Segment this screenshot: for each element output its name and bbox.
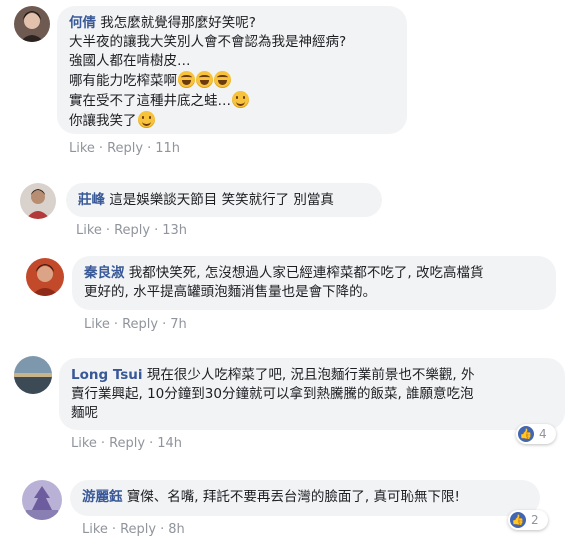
comment-text-line: 麵呢 (71, 405, 98, 421)
like-thumb-icon: 👍 (510, 512, 526, 528)
reply-button[interactable]: Reply (107, 141, 143, 156)
comment-bubble: Long Tsui 現在很少人吃榨菜了吧, 況且泡麵行業前景也不樂觀, 外 賣行… (59, 358, 565, 430)
comment-text-line: 賣行業興起, 10分鐘到30分鐘就可以拿到熱騰騰的飯菜, 誰願意吃泡 (71, 386, 474, 402)
comment-1: 何倩 我怎麼就覺得那麼好笑呢? 大半夜的讓我大笑別人會不會認為我是神經病? 強國… (0, 0, 584, 165)
timestamp[interactable]: 14h (157, 436, 182, 451)
comment-actions: Like · Reply · 8h (82, 522, 185, 537)
avatar[interactable] (14, 356, 52, 394)
reaction-count: 2 (531, 513, 539, 527)
like-button[interactable]: Like (71, 436, 97, 451)
comment-actions: Like · Reply · 13h (76, 223, 187, 238)
timestamp[interactable]: 8h (168, 522, 185, 537)
comment-5: 游麗鈺 寶傑、名嘴, 拜託不要再丟台灣的臉面了, 真可恥無下限! 👍 2 Like… (0, 470, 584, 546)
commenter-name[interactable]: 游麗鈺 (82, 489, 123, 505)
reply-button[interactable]: Reply (120, 522, 156, 537)
like-button[interactable]: Like (76, 223, 102, 238)
avatar[interactable] (22, 480, 62, 520)
comment-bubble: 秦良淑 我都快笑死, 怎沒想過人家已經連榨菜都不吃了, 改吃高檔貨 更好的, 水… (72, 256, 556, 310)
like-thumb-icon: 👍 (518, 426, 534, 442)
comment-text-line: 我怎麼就覺得那麼好笑呢? (100, 15, 256, 31)
reply-button[interactable]: Reply (122, 317, 158, 332)
comment-text-line: 實在受不了這種井底之蛙… (69, 93, 231, 109)
timestamp[interactable]: 11h (155, 141, 180, 156)
smiling-emoji-icon (232, 91, 249, 108)
laughing-emoji-icon (196, 71, 213, 88)
comment-bubble: 莊峰 這是娛樂談天節目 笑笑就行了 別當真 (66, 183, 382, 217)
comment-actions: Like · Reply · 14h (71, 436, 182, 451)
comment-text-line: 這是娛樂談天節目 笑笑就行了 別當真 (109, 192, 334, 208)
commenter-name[interactable]: Long Tsui (71, 367, 143, 383)
comment-text-line: 大半夜的讓我大笑別人會不會認為我是神經病? (69, 34, 347, 50)
comment-bubble: 何倩 我怎麼就覺得那麼好笑呢? 大半夜的讓我大笑別人會不會認為我是神經病? 強國… (57, 6, 407, 134)
avatar[interactable] (14, 6, 50, 42)
reaction-count-badge[interactable]: 👍 4 (516, 424, 556, 444)
laughing-emoji-icon (178, 71, 195, 88)
comment-text-line: 更好的, 水平提高罐頭泡麵消售量也是會下降的。 (84, 284, 377, 300)
comment-actions: Like · Reply · 11h (69, 141, 180, 156)
comment-text-line: 強國人都在啃樹皮… (69, 53, 191, 69)
reply-button[interactable]: Reply (114, 223, 150, 238)
like-button[interactable]: Like (84, 317, 110, 332)
laughing-emoji-icon (214, 71, 231, 88)
comment-4: Long Tsui 現在很少人吃榨菜了吧, 況且泡麵行業前景也不樂觀, 外 賣行… (0, 350, 584, 460)
comment-text-line: 我都快笑死, 怎沒想過人家已經連榨菜都不吃了, 改吃高檔貨 (128, 265, 484, 281)
timestamp[interactable]: 7h (170, 317, 187, 332)
smiling-emoji-icon (137, 111, 155, 128)
like-button[interactable]: Like (69, 141, 95, 156)
commenter-name[interactable]: 莊峰 (78, 192, 105, 208)
comment-text-line: 哪有能力吃榨菜啊 (69, 73, 177, 89)
reaction-count-badge[interactable]: 👍 2 (508, 510, 548, 530)
timestamp[interactable]: 13h (162, 223, 187, 238)
like-button[interactable]: Like (82, 522, 108, 537)
comment-bubble: 游麗鈺 寶傑、名嘴, 拜託不要再丟台灣的臉面了, 真可恥無下限! (70, 480, 540, 516)
comment-actions: Like · Reply · 7h (84, 317, 187, 332)
reply-button[interactable]: Reply (109, 436, 145, 451)
commenter-name[interactable]: 秦良淑 (84, 265, 125, 281)
comment-text-line: 寶傑、名嘴, 拜託不要再丟台灣的臉面了, 真可恥無下限! (126, 489, 460, 505)
comment-2: 莊峰 這是娛樂談天節目 笑笑就行了 別當真 Like · Reply · 13h (0, 175, 584, 245)
comment-text-line: 現在很少人吃榨菜了吧, 況且泡麵行業前景也不樂觀, 外 (146, 367, 475, 383)
avatar[interactable] (20, 183, 56, 219)
comment-3: 秦良淑 我都快笑死, 怎沒想過人家已經連榨菜都不吃了, 改吃高檔貨 更好的, 水… (0, 250, 584, 340)
commenter-name[interactable]: 何倩 (69, 15, 96, 31)
comment-text-line: 你讓我笑了 (69, 113, 137, 129)
reaction-count: 4 (539, 427, 547, 441)
avatar[interactable] (26, 258, 64, 296)
